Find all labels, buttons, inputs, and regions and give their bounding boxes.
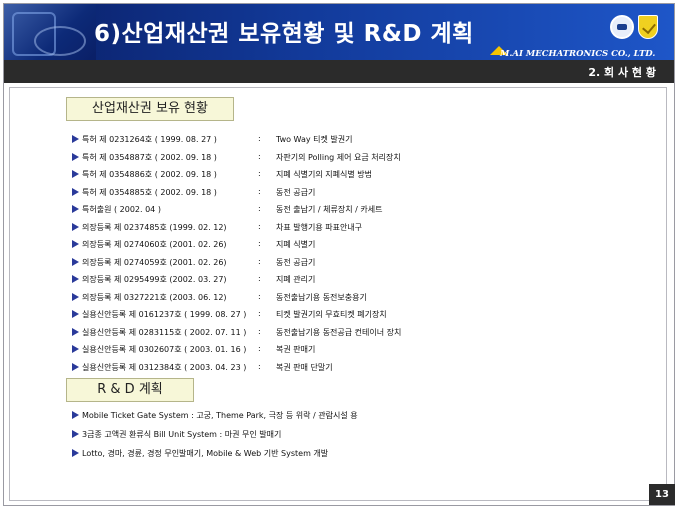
separator-colon: : xyxy=(258,239,261,248)
ip-registration: 의장등록 제 0295499호 (2002. 03. 27) xyxy=(82,275,227,284)
ip-registration: 특허 제 0231264호 ( 1999. 08. 27 ) xyxy=(82,135,217,144)
ip-description: 차표 발행기용 파표안내구 xyxy=(276,222,363,232)
rd-plan-text: Lotto, 경마, 경륜, 경정 무인발매기, Mobile & Web 기반… xyxy=(82,449,329,458)
rd-plan-text: Mobile Ticket Gate System : 고궁, Theme Pa… xyxy=(82,411,358,420)
ip-description: 자판기의 Polling 제어 요금 처리장치 xyxy=(276,152,401,162)
ip-description: 지폐 관리기 xyxy=(276,275,316,284)
company-name: M.AI MECHATRONICS CO., LTD. xyxy=(500,49,656,59)
bullet-arrow-icon xyxy=(72,205,79,213)
ip-registration: 의장등록 제 0237485호 (1999. 02. 12) xyxy=(82,222,227,232)
ip-description: 동전출납기용 동전공급 컨테이너 장치 xyxy=(276,327,402,337)
bullet-arrow-icon xyxy=(72,327,79,336)
separator-colon: : xyxy=(258,186,261,196)
bullet-arrow-icon xyxy=(72,345,79,353)
bullet-arrow-icon xyxy=(72,292,79,301)
slide-title: 6)산업재산권 보유현황 및 R&D 계획 xyxy=(94,21,474,47)
separator-colon: : xyxy=(258,309,261,318)
bullet-arrow-icon xyxy=(72,222,79,231)
bullet-arrow-icon xyxy=(72,135,79,143)
ip-description: 티켓 발권기의 무효티켓 폐기장치 xyxy=(276,310,387,319)
rd-plan-text: 3금종 고액권 환류식 Bill Unit System : 마권 무인 발매기 xyxy=(82,430,282,439)
separator-colon: : xyxy=(258,326,261,336)
ip-registration: 특허 제 0354885호 ( 2002. 09. 18 ) xyxy=(82,187,217,197)
ip-description: 동전 공급기 xyxy=(276,187,316,197)
header-decoration xyxy=(4,4,96,60)
ip-registration: 실용신안등록 제 0283115호 ( 2002. 07. 11 ) xyxy=(82,327,247,337)
section-label: 2. 회 사 현 황 xyxy=(588,66,656,79)
separator-colon: : xyxy=(258,291,261,301)
ip-description: 복권 판매기 xyxy=(276,345,316,354)
ip-registration: 실용신안등록 제 0302607호 ( 2003. 01. 16 ) xyxy=(82,345,247,354)
ip-description: 동전출납기용 동전보충용기 xyxy=(276,292,367,302)
bullet-arrow-icon xyxy=(72,240,79,248)
quality-shield-icon xyxy=(638,15,658,39)
separator-colon: : xyxy=(258,204,261,213)
separator-colon: : xyxy=(258,169,261,178)
company-logo: M.AI MECHATRONICS CO., LTD. xyxy=(490,46,655,59)
ip-description: Two Way 티켓 발권기 xyxy=(276,135,353,144)
bullet-arrow-icon xyxy=(72,430,79,438)
separator-colon: : xyxy=(258,151,261,161)
bullet-arrow-icon xyxy=(72,275,79,283)
page-number: 13 xyxy=(649,484,675,505)
ip-description: 동전 공급기 xyxy=(276,257,316,267)
separator-colon: : xyxy=(258,344,261,353)
bullet-arrow-icon xyxy=(72,362,79,371)
separator-colon: : xyxy=(258,274,261,283)
ip-registration: 특허출원 ( 2002. 04 ) xyxy=(82,205,161,214)
ip-description: 지폐 식별기의 지폐식별 방법 xyxy=(276,170,372,179)
bullet-arrow-icon xyxy=(72,152,79,161)
separator-colon: : xyxy=(258,134,261,143)
ip-section-heading: 산업재산권 보유 현황 xyxy=(66,97,234,121)
ip-registration: 의장등록 제 0327221호 (2003. 06. 12) xyxy=(82,292,227,302)
ip-registration: 의장등록 제 0274059호 (2001. 02. 26) xyxy=(82,257,227,267)
bullet-arrow-icon xyxy=(72,187,79,196)
ip-registration: 실용신안등록 제 0312384호 ( 2003. 04. 23 ) xyxy=(82,362,247,372)
bullet-arrow-icon xyxy=(72,170,79,178)
ip-registration: 실용신안등록 제 0161237호 ( 1999. 08. 27 ) xyxy=(82,310,247,319)
separator-colon: : xyxy=(258,361,261,371)
separator-colon: : xyxy=(258,221,261,231)
ip-registration: 특허 제 0354887호 ( 2002. 09. 18 ) xyxy=(82,152,217,162)
ip-description: 복권 판매 단말기 xyxy=(276,362,333,372)
ip-description: 지폐 식별기 xyxy=(276,240,316,249)
section-bar: 2. 회 사 현 황 xyxy=(4,60,674,83)
certification-logos xyxy=(610,15,658,39)
slide-header: 6)산업재산권 보유현황 및 R&D 계획 M.AI MECHATRONICS … xyxy=(4,4,674,60)
ip-description: 동전 출납기 / 체류장치 / 카세트 xyxy=(276,205,383,214)
separator-colon: : xyxy=(258,256,261,266)
bullet-arrow-icon xyxy=(72,310,79,318)
ip-registration: 의장등록 제 0274060호 (2001. 02. 26) xyxy=(82,240,227,249)
bullet-arrow-icon xyxy=(72,449,79,457)
bullet-arrow-icon xyxy=(72,257,79,266)
certification-seal-icon xyxy=(610,15,634,39)
ip-registration: 특허 제 0354886호 ( 2002. 09. 18 ) xyxy=(82,170,217,179)
bullet-arrow-icon xyxy=(72,411,79,419)
rd-section-heading: R & D 계획 xyxy=(66,378,194,402)
